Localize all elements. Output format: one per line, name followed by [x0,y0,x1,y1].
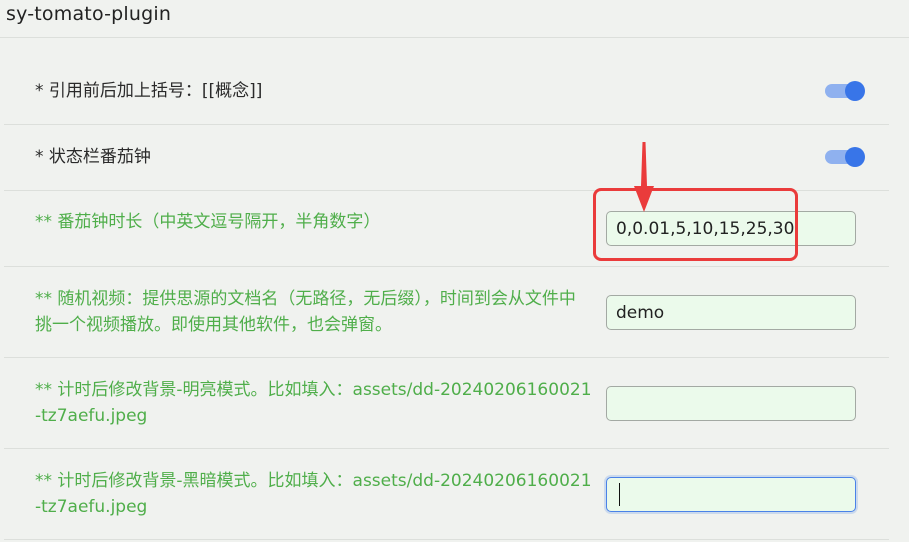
setting-label-bg-dark-line1: ** 计时后修改背景-黑暗模式。比如填入：assets/dd-202402061… [35,471,592,491]
annotation-arrow-down-icon [634,142,654,212]
setting-label-random-video-line2: 挑一个视频播放。即使用其他软件，也会弹窗。 [35,315,392,335]
bg-dark-input[interactable] [606,477,856,512]
setting-label-bracket-concept: * 引用前后加上括号：[[概念]] [35,81,263,101]
switch-knob [845,147,865,167]
bracket-concept-switch[interactable] [825,81,865,101]
statusbar-tomato-switch[interactable] [825,147,865,167]
random-video-input[interactable] [606,295,856,330]
setting-label-statusbar-tomato: * 状态栏番茄钟 [35,147,151,167]
setting-row-bracket-concept: * 引用前后加上括号：[[概念]] [4,58,889,125]
annotation-highlight-box [593,188,798,261]
setting-label-random-video-line1: ** 随机视频：提供思源的文档名（无路径，无后缀），时间到会从文件中 [35,289,576,309]
setting-label-bg-light-line2: -tz7aefu.jpeg [35,406,148,426]
bg-light-input[interactable] [606,386,856,421]
setting-label-bg-dark-line2: -tz7aefu.jpeg [35,497,148,517]
plugin-title: sy-tomato-plugin [6,3,172,25]
plugin-header: sy-tomato-plugin [0,0,909,38]
setting-label-tomato-durations: ** 番茄钟时长（中英文逗号隔开，半角数字） [35,212,381,232]
setting-row-statusbar-tomato: * 状态栏番茄钟 [4,125,889,191]
switch-knob [845,81,865,101]
text-caret [619,483,620,506]
setting-label-bg-light-line1: ** 计时后修改背景-明亮模式。比如填入：assets/dd-202402061… [35,380,592,400]
